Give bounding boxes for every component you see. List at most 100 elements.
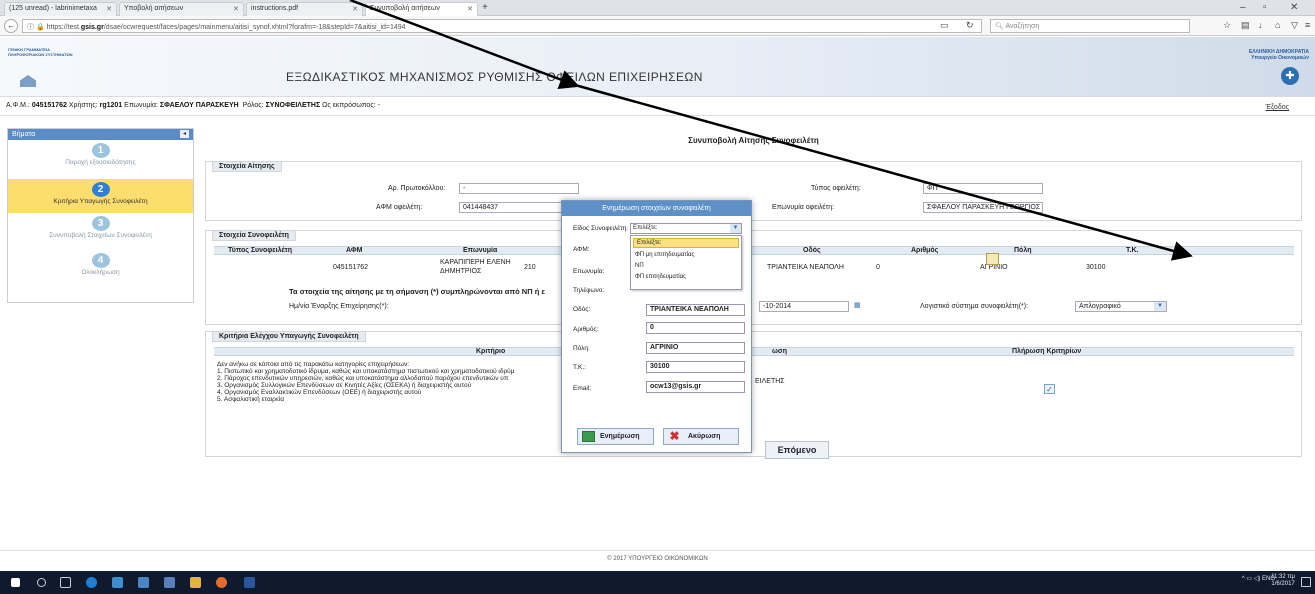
search-icon[interactable] bbox=[37, 578, 46, 587]
user-info-bar: Α.Φ.Μ.: 045151762 Χρήστης: rg1201 Επωνυμ… bbox=[0, 98, 1315, 116]
mail-icon[interactable] bbox=[164, 577, 175, 588]
browser-search-input[interactable]: 🔍︎ Αναζήτηση bbox=[990, 19, 1190, 33]
info-icon: ⓘ 🔒 bbox=[27, 24, 47, 31]
volume-icon[interactable]: ◁) bbox=[1254, 576, 1261, 582]
windows-start-icon[interactable] bbox=[11, 578, 20, 587]
logout-link[interactable]: Έξοδος bbox=[1266, 104, 1290, 111]
step-number-badge: 2 bbox=[91, 182, 110, 197]
codebtor-section: Στοιχεία Συνοφειλέτη Τύπος Συνοφειλέτη Α… bbox=[205, 230, 1302, 325]
close-tab-icon[interactable]: ✕ bbox=[106, 5, 112, 13]
save-icon bbox=[582, 431, 595, 442]
task-view-icon[interactable] bbox=[60, 577, 71, 588]
clock[interactable]: 11:32 πμ 1/6/2017 bbox=[1271, 574, 1295, 588]
cancel-x-icon: ✖ bbox=[669, 429, 680, 443]
main-content: Συνυποβολή Αίτησης Συνοφειλέτη Στοιχεία … bbox=[205, 128, 1302, 468]
email-input[interactable]: ocw13@gsis.gr bbox=[646, 381, 745, 393]
codebtor-street: ΤΡΙΑΝΤΕΙΚΑ ΝΕΑΠΟΛΗ bbox=[767, 264, 844, 271]
word-icon[interactable] bbox=[244, 577, 255, 588]
step-authorization[interactable]: 1 Παροχή εξουσιοδότησης bbox=[8, 140, 193, 174]
application-section: Στοιχεία Αίτησης Αρ. Πρωτοκόλλου: - Τύπο… bbox=[205, 161, 1302, 221]
step-codebtor-details[interactable]: 3 Συνυποβολή Στοιχείων Συνοφειλέτη bbox=[8, 213, 193, 247]
edge-icon[interactable] bbox=[86, 577, 97, 588]
edit-icon[interactable] bbox=[986, 253, 999, 265]
dialog-title: Ενημέρωση στοιχείων συνοφειλέτη bbox=[562, 201, 751, 216]
greek-emblem-icon: ✚ bbox=[1281, 67, 1299, 85]
network-icon[interactable]: ▭ bbox=[1246, 576, 1252, 582]
criteria-section: Κριτήρια Ελέγχου Υπαγωγής Συνοφειλέτη Κρ… bbox=[205, 331, 1302, 457]
number-input[interactable]: 0 bbox=[646, 322, 745, 334]
codebtor-name: ΚΑΡΑΠΙΠΕΡΗ ΕΛΕΝΗ bbox=[440, 259, 511, 266]
browser-tab-mail[interactable]: (125 unread) - labrinimetaxa ✕ bbox=[4, 2, 117, 16]
codebtor-type-options: Επιλέξτε: ΦΠ μη επιτηδευματίας ΝΠ ΦΠ επι… bbox=[630, 235, 742, 290]
folder-icon[interactable] bbox=[190, 577, 201, 588]
calendar-icon[interactable]: ▦ bbox=[854, 301, 861, 309]
option-choose[interactable]: Επιλέξτε: bbox=[633, 238, 739, 248]
browser-nav-bar: ← ⓘ 🔒 https://test.gsis.gr/dsae/ocwreque… bbox=[0, 16, 1315, 36]
chevron-down-icon: ▼ bbox=[730, 224, 741, 233]
codebtor-number: 0 bbox=[876, 264, 880, 271]
home-icon[interactable]: ⌂ bbox=[1275, 20, 1280, 30]
page-title: Συνυποβολή Αίτησης Συνοφειλέτη bbox=[688, 136, 819, 145]
codebtor-type-select[interactable]: Επιλέξτε: ▼ bbox=[630, 223, 742, 234]
pocket-icon[interactable]: ▽ bbox=[1291, 20, 1298, 31]
url-bar[interactable]: ⓘ 🔒 https://test.gsis.gr/dsae/ocwrequest… bbox=[22, 19, 982, 33]
collapse-icon[interactable]: ◂ bbox=[180, 130, 189, 138]
firefox-icon[interactable] bbox=[216, 577, 227, 588]
close-tab-icon[interactable]: ✕ bbox=[233, 5, 239, 13]
step-completion[interactable]: 4 Ολοκλήρωση bbox=[8, 250, 193, 284]
menu-icon[interactable]: ≡ bbox=[1305, 20, 1310, 30]
section-heading: Στοιχεία Συνοφειλέτη bbox=[212, 230, 296, 241]
city-input[interactable]: ΑΓΡΙΝΙΟ bbox=[646, 342, 745, 354]
update-codebtor-dialog: Ενημέρωση στοιχείων συνοφειλέτη Είδος Συ… bbox=[561, 200, 752, 453]
browser-tab-instructions[interactable]: instructions.pdf ✕ bbox=[246, 2, 363, 16]
gsis-emblem-icon bbox=[20, 75, 36, 87]
criteria-checkbox[interactable]: ✓ bbox=[1044, 384, 1055, 394]
accounting-system-select[interactable]: Απλογραφικό ▼ bbox=[1075, 301, 1167, 312]
minimize-icon[interactable]: – bbox=[1240, 2, 1246, 13]
next-button[interactable]: Επόμενο bbox=[765, 441, 829, 459]
app-header: ΓΕΝΙΚΗ ΓΡΑΜΜΑΤΕΙΑ ΠΛΗΡΟΦΟΡΙΑΚΩΝ ΣΥΣΤΗΜΑΤ… bbox=[0, 37, 1315, 97]
notification-icon[interactable] bbox=[1301, 577, 1311, 587]
back-arrow-icon[interactable]: ← bbox=[4, 19, 18, 33]
system-tray: ^ ▭ ◁) ENG bbox=[1242, 575, 1275, 582]
download-icon[interactable]: ↓ bbox=[1258, 20, 1263, 30]
debtor-name-field[interactable]: ΣΦΑΕΛΟΥ ΠΑΡΑΣΚΕΥΗ ΓΕΩΡΓΙΟΣ bbox=[923, 202, 1043, 213]
start-date-field[interactable]: -10-2014 bbox=[759, 301, 849, 312]
close-window-icon[interactable]: ✕ bbox=[1290, 2, 1298, 13]
close-tab-icon[interactable]: ✕ bbox=[467, 5, 473, 13]
codebtor-city: ΑΓΡΙΝΙΟ bbox=[980, 264, 1008, 271]
option-natural-non-professional[interactable]: ΦΠ μη επιτηδευματίας bbox=[631, 250, 741, 261]
page-footer: © 2017 ΥΠΟΥΡΓΕΙΟ ΟΙΚΟΝΟΜΙΚΩΝ bbox=[0, 550, 1315, 567]
street-input[interactable]: ΤΡΙΑΝΤΕΙΚΑ ΝΕΑΠΟΛΗ bbox=[646, 304, 745, 316]
update-button[interactable]: Ενημέρωση bbox=[577, 428, 654, 445]
reload-icon[interactable]: ↻ bbox=[966, 20, 974, 31]
browser-tab-submissions[interactable]: Υποβολή αιτήσεων ✕ bbox=[119, 2, 244, 16]
gsis-logo: ΓΕΝΙΚΗ ΓΡΑΜΜΑΤΕΙΑ ΠΛΗΡΟΦΟΡΙΑΚΩΝ ΣΥΣΤΗΜΑΤ… bbox=[8, 47, 73, 57]
search-icon: 🔍︎ bbox=[995, 23, 1006, 30]
zip-input[interactable]: 30100 bbox=[646, 361, 745, 373]
app-title: ΕΞΩΔΙΚΑΣΤΙΚΟΣ ΜΗΧΑΝΙΣΜΟΣ ΡΥΘΜΙΣΗΣ ΟΦΕΙΛΩ… bbox=[286, 70, 703, 84]
codebtor-afm: 045151762 bbox=[333, 264, 369, 271]
cancel-button[interactable]: ✖ Ακύρωση bbox=[663, 428, 739, 445]
criteria-table-header bbox=[214, 347, 1294, 356]
browser-tab-joint-submission[interactable]: Συνυποβολή αιτήσεων ✕ bbox=[365, 2, 478, 16]
steps-header: Βήματα ◂ bbox=[8, 129, 193, 140]
maximize-icon[interactable]: ▫ bbox=[1263, 2, 1267, 13]
explorer-icon[interactable] bbox=[112, 577, 123, 588]
store-icon[interactable] bbox=[138, 577, 149, 588]
library-icon[interactable]: ▤ bbox=[1241, 20, 1250, 31]
step-criteria[interactable]: 2 Κριτήρια Υπαγωγής Συνοφειλέτη bbox=[8, 179, 193, 213]
protocol-field[interactable]: - bbox=[459, 183, 579, 194]
close-tab-icon[interactable]: ✕ bbox=[352, 5, 358, 13]
tray-up-icon[interactable]: ^ bbox=[1242, 576, 1245, 582]
reader-icon[interactable]: ▭ bbox=[940, 20, 949, 31]
ministry-logo: ΕΛΛΗΝΙΚΗ ΔΗΜΟΚΡΑΤΙΑ Υπουργείο Οικονομικώ… bbox=[1248, 49, 1309, 61]
section-heading: Στοιχεία Αίτησης bbox=[212, 161, 282, 172]
steps-panel: Βήματα ◂ 1 Παροχή εξουσιοδότησης 2 Κριτήρια… bbox=[7, 128, 194, 303]
option-natural-professional[interactable]: ΦΠ επιτηδευματίας bbox=[631, 272, 741, 283]
new-tab-icon[interactable]: + bbox=[482, 2, 488, 13]
debtor-type-field[interactable]: ΦΠ bbox=[923, 183, 1043, 194]
section-heading: Κριτήρια Ελέγχου Υπαγωγής Συνοφειλέτη bbox=[212, 331, 366, 342]
option-legal-person[interactable]: ΝΠ bbox=[631, 261, 741, 272]
bookmark-star-icon[interactable]: ☆ bbox=[1223, 20, 1231, 31]
